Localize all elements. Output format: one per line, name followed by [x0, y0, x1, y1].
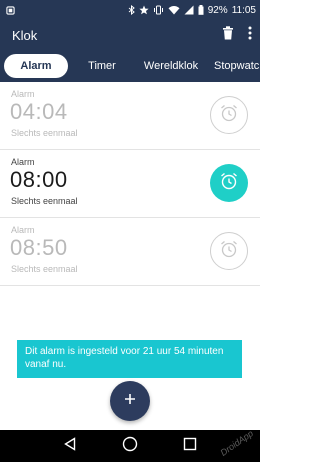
signal-icon [184, 5, 194, 15]
alarm-list: Alarm 04:04 Slechts eenmaal Alarm 08:00 … [0, 82, 260, 286]
back-icon [63, 436, 77, 456]
tab-bar: Alarm Timer Wereldklok Stopwatch [0, 50, 260, 82]
add-alarm-button[interactable] [110, 381, 150, 421]
star-icon [139, 5, 149, 15]
alarm-label: Alarm [11, 225, 35, 235]
notification-icon [6, 5, 15, 15]
tab-world-clock[interactable]: Wereldklok [138, 54, 204, 78]
alarm-toggle-button[interactable] [210, 164, 248, 202]
home-button[interactable] [115, 431, 145, 461]
navigation-bar [0, 430, 260, 462]
tab-alarm[interactable]: Alarm [4, 54, 68, 78]
recents-icon [183, 437, 197, 456]
alarm-time: 08:00 [10, 167, 68, 192]
tab-stopwatch[interactable]: Stopwatch [214, 54, 260, 78]
recents-button[interactable] [175, 431, 205, 461]
alarm-row[interactable]: Alarm 08:00 Slechts eenmaal [0, 150, 260, 218]
alarm-toggle-button[interactable] [210, 232, 248, 270]
tab-timer[interactable]: Timer [76, 54, 128, 78]
alarm-clock-icon [219, 171, 239, 196]
status-bar: 92% 11:05 [0, 0, 260, 20]
alarm-row[interactable]: Alarm 04:04 Slechts eenmaal [0, 82, 260, 150]
vibrate-icon [153, 5, 164, 15]
alarm-repeat: Slechts eenmaal [11, 264, 78, 274]
battery-icon [198, 5, 204, 15]
alarm-clock-icon [219, 239, 239, 264]
bluetooth-icon [128, 5, 135, 15]
alarm-time: 08:50 [10, 235, 68, 260]
home-icon [122, 436, 138, 457]
snackbar-message: Dit alarm is ingesteld voor 21 uur 54 mi… [17, 340, 242, 378]
alarm-time: 04:04 [10, 99, 68, 124]
wifi-icon [168, 5, 180, 15]
plus-icon [124, 392, 136, 410]
alarm-label: Alarm [11, 157, 35, 167]
alarm-toggle-button[interactable] [210, 96, 248, 134]
status-time: 11:05 [231, 4, 256, 16]
app-title: Klok [12, 27, 38, 43]
alarm-repeat: Slechts eenmaal [11, 128, 78, 138]
alarm-clock-icon [219, 103, 239, 128]
app-bar: Klok [0, 20, 260, 50]
trash-icon[interactable] [222, 25, 234, 45]
overflow-menu-icon[interactable] [248, 26, 252, 45]
alarm-repeat: Slechts eenmaal [11, 196, 78, 206]
battery-percentage: 92% [207, 4, 228, 16]
alarm-row[interactable]: Alarm 08:50 Slechts eenmaal [0, 218, 260, 286]
alarm-label: Alarm [11, 89, 35, 99]
back-button[interactable] [55, 431, 85, 461]
